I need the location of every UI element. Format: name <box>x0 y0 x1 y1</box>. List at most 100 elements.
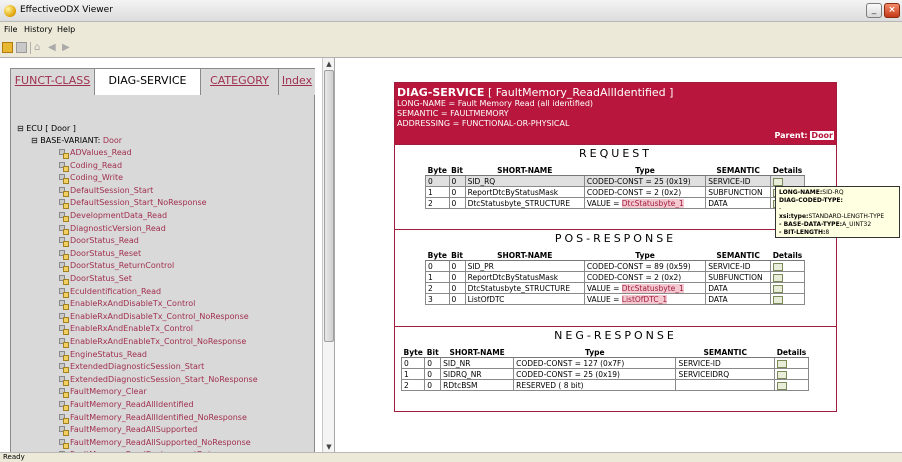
service-node-icon <box>59 338 69 348</box>
tree-root-toggle-icon[interactable]: ⊟ <box>17 124 24 133</box>
service-node-icon <box>59 224 69 235</box>
type-text: VALUE = <box>586 198 622 208</box>
table-row: 2 0 RDtcBSM RESERVED ( 8 bit) <box>400 379 810 391</box>
details-icon[interactable] <box>776 359 787 368</box>
table-header-row: Byte Bit SHORT-NAME Type SEMANTIC Details <box>401 348 809 358</box>
tree-item-label: DefaultSession_Start_NoResponse <box>70 198 207 208</box>
cell-byte: 0 <box>400 357 426 369</box>
service-node-icon <box>59 300 69 311</box>
tree-scrollbar[interactable]: ▲ ▼ <box>322 58 334 453</box>
tooltip-key: DIAG-CODED-TYPE: <box>779 197 843 204</box>
cell-type: CODED-CONST = 2 (0x2) <box>583 271 707 283</box>
tree-base-variant[interactable]: ⊟ BASE-VARIANT: Door <box>31 136 122 145</box>
scroll-down-icon[interactable]: ▼ <box>324 442 334 452</box>
table-header-row: Byte Bit SHORT-NAME Type SEMANTIC Details <box>425 251 805 261</box>
details-icon[interactable] <box>772 262 783 271</box>
home-icon[interactable]: ⌂ <box>34 42 45 53</box>
service-node-icon <box>59 401 69 411</box>
tree-bv-toggle-icon[interactable]: ⊟ <box>31 136 38 145</box>
minimize-button[interactable]: _ <box>866 3 882 18</box>
app-icon <box>4 5 16 17</box>
details-icon[interactable] <box>772 177 783 186</box>
table-row: 0 0 SID_PR CODED-CONST = 89 (0x59) SERVICE-I… <box>425 260 806 272</box>
tree-item-label: FaultMemory_ReadAllSupported_NoResponse <box>70 437 251 447</box>
tree-root-label: ECU [ Door ] <box>26 124 76 133</box>
pos-response-table: Byte Bit SHORT-NAME Type SEMANTIC Details 0 0 SI… <box>425 251 806 305</box>
tree-item-label: Coding_Read <box>70 160 123 170</box>
cell-byte: 1 <box>425 271 450 283</box>
tooltip-key: - BASE-DATA-TYPE: <box>779 221 843 228</box>
cell-details <box>769 282 806 294</box>
cell-semantic: SERVICE-ID <box>675 357 775 369</box>
cell-semantic: DATA <box>705 197 771 209</box>
parent-label: Parent: <box>774 131 808 140</box>
table-row: 3 0 ListOfDTC VALUE = ListOfDTC_1 DATA <box>425 293 806 305</box>
forward-icon[interactable]: ▶ <box>62 42 73 53</box>
toolbar-separator <box>30 42 31 54</box>
tooltip-value: STANDARD-LENGTH-TYPE <box>808 213 885 220</box>
tree-item-label: FaultMemory_ReadAllSupported <box>70 425 198 435</box>
column-header: Bit <box>449 166 466 176</box>
column-header: Details <box>774 348 809 358</box>
service-title-close: ] <box>669 86 674 99</box>
cell-type: VALUE = ListOfDTC_1 <box>583 293 707 305</box>
service-node-icon <box>59 249 69 260</box>
cell-bit: 0 <box>424 368 442 380</box>
cell-details <box>769 260 806 272</box>
tab-diag-service[interactable]: DIAG-SERVICE <box>95 69 201 95</box>
details-icon[interactable] <box>776 370 787 379</box>
service-tree: ⊟ ECU [ Door ] ⊟ BASE-VARIANT: Door ADVa… <box>11 95 314 454</box>
type-link[interactable]: DtcStatusbyte_1 <box>621 198 684 208</box>
service-node-icon <box>59 325 69 336</box>
parent-info: Parent: Door <box>774 131 834 140</box>
tooltip-line-xsi-type: xsi:type:STANDARD-LENGTH-TYPE <box>779 213 896 221</box>
type-text: CODED-CONST = 2 (0x2) <box>586 272 682 282</box>
tree-bv-prefix: BASE-VARIANT: <box>40 136 101 145</box>
menu-history[interactable]: History <box>24 25 52 34</box>
tree-item-label: DoorStatus_Reset <box>70 248 142 258</box>
column-header: Details <box>770 166 805 176</box>
menu-help[interactable]: Help <box>57 25 75 34</box>
service-semantic: SEMANTIC = FAULTMEMORY <box>397 109 509 118</box>
cell-byte: 0 <box>425 260 450 272</box>
details-icon[interactable] <box>772 273 783 282</box>
tree-item-label: DevelopmentData_Read <box>70 211 168 220</box>
service-long-name: LONG-NAME = Fault Memory Read (all ident… <box>397 99 594 108</box>
column-header: Type <box>513 348 676 358</box>
menu-file[interactable]: File <box>4 25 17 34</box>
tab-funct-class[interactable]: FUNCT-CLASS <box>11 69 95 95</box>
pos-response-title: POS-RESPONSE <box>395 229 836 247</box>
back-icon[interactable]: ◀ <box>48 42 59 53</box>
type-text: CODED-CONST = 25 (0x19) <box>516 369 620 379</box>
cell-semantic <box>675 379 775 391</box>
service-node-icon <box>59 375 69 386</box>
column-header: Bit <box>449 251 466 261</box>
neg-response-title: NEG-RESPONSE <box>395 326 836 344</box>
cell-type: RESERVED ( 8 bit) <box>513 379 677 391</box>
type-link[interactable]: DtcStatusbyte_1 <box>621 283 684 293</box>
parent-link[interactable]: Door <box>810 131 834 140</box>
tooltip-value: SID-RQ <box>822 189 844 196</box>
details-icon[interactable] <box>772 295 783 304</box>
details-icon[interactable] <box>776 381 787 390</box>
scroll-up-icon[interactable]: ▲ <box>324 59 334 69</box>
cell-details <box>773 368 810 380</box>
tab-category[interactable]: CATEGORY <box>201 69 279 95</box>
cell-bit: 0 <box>448 186 466 198</box>
cell-bit: 0 <box>448 197 466 209</box>
cell-byte: 2 <box>425 282 450 294</box>
service-node-icon <box>59 350 69 361</box>
scrollbar-thumb[interactable] <box>324 70 334 342</box>
tree-item-label: EnableRxAndEnableTx_Control <box>70 324 193 334</box>
close-button[interactable]: × <box>884 3 900 18</box>
save-icon[interactable] <box>16 42 27 53</box>
tree-bv-name[interactable]: Door <box>103 136 122 145</box>
service-node-icon <box>59 413 69 424</box>
service-node-icon <box>59 363 69 374</box>
details-icon[interactable] <box>772 284 783 293</box>
tree-root-ecu[interactable]: ⊟ ECU [ Door ] <box>17 124 76 133</box>
table-row: 2 0 DtcStatusbyte_STRUCTURE VALUE = DtcStat… <box>425 282 806 294</box>
tab-index[interactable]: Index <box>279 69 315 95</box>
type-link[interactable]: ListOfDTC_1 <box>621 294 668 304</box>
open-icon[interactable] <box>2 42 13 53</box>
